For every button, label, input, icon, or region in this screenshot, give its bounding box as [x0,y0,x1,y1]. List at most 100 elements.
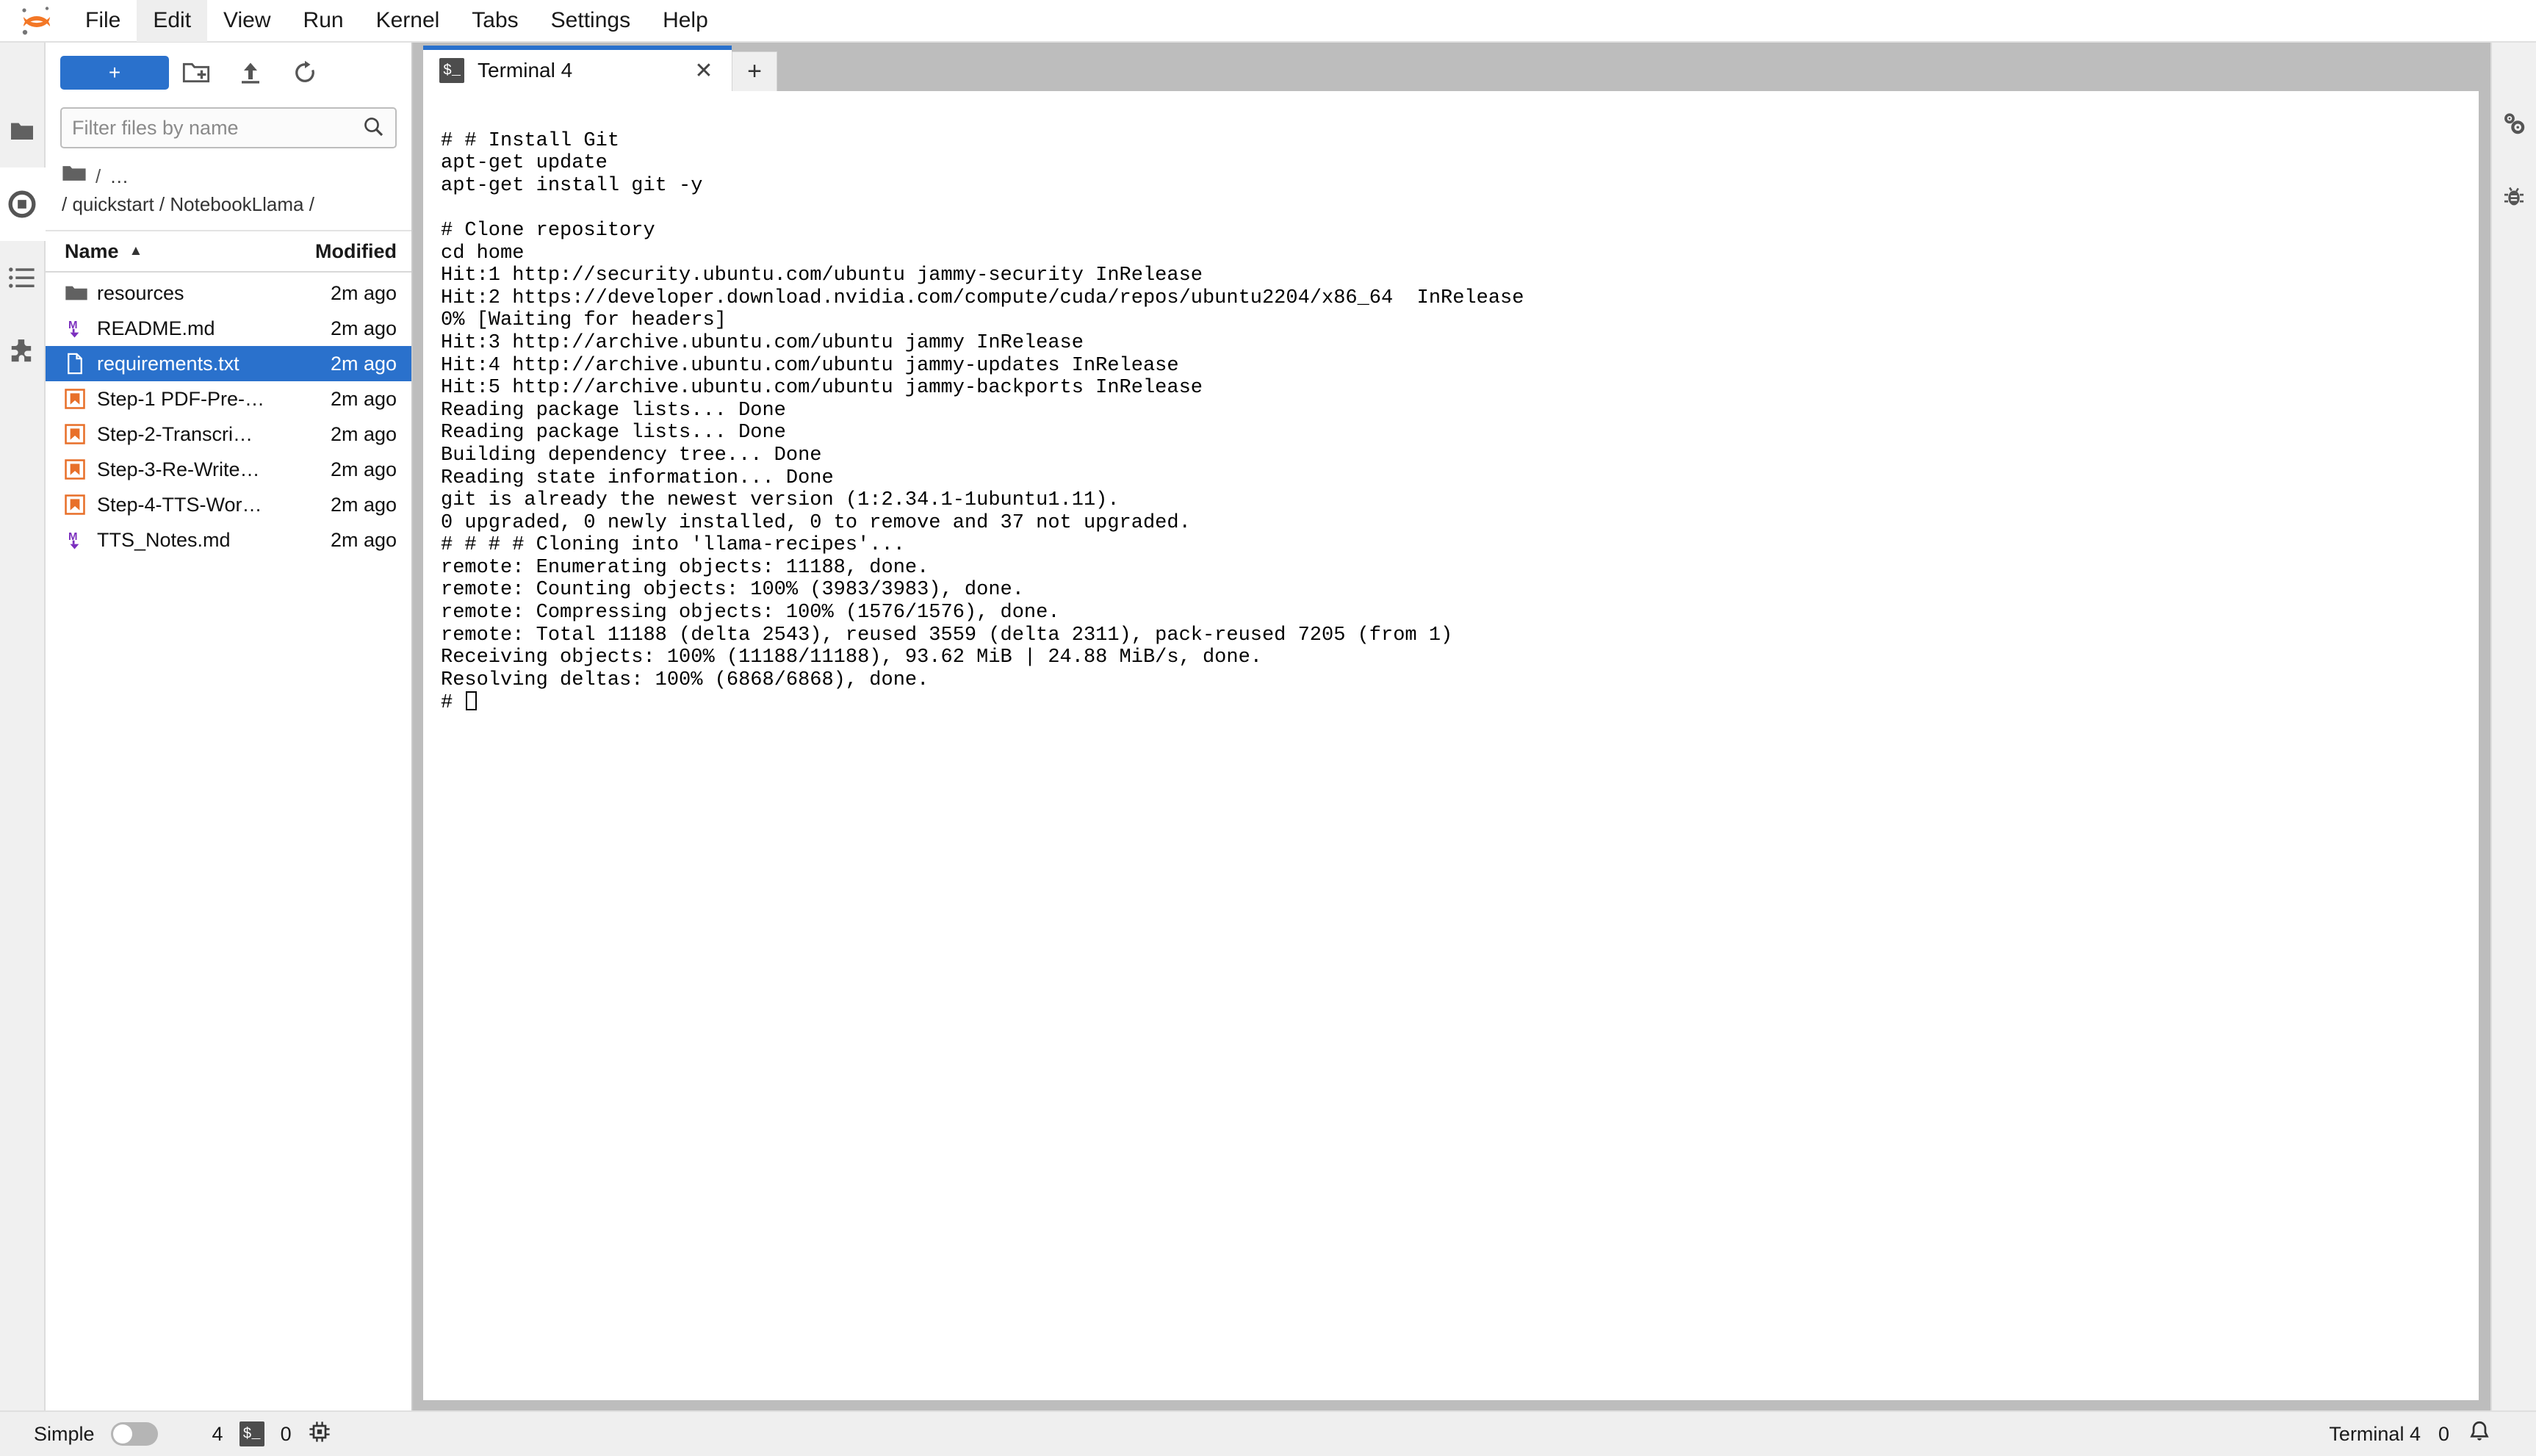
new-folder-button[interactable] [169,52,223,93]
extension-manager-icon[interactable] [0,314,45,388]
breadcrumb-path[interactable]: / quickstart / NotebookLlama / [62,191,395,219]
cpu-icon[interactable] [308,1420,331,1449]
filter-files-box[interactable] [60,107,397,148]
menu-item-edit[interactable]: Edit [137,0,208,42]
sort-ascending-icon[interactable]: ▲ [129,243,143,259]
file-name: Step-2-Transcri… [97,422,253,445]
terminal-line: Hit:3 http://archive.ubuntu.com/ubuntu j… [441,331,1084,354]
breadcrumb: / … / quickstart / NotebookLlama / [46,159,411,221]
running-terminals-icon[interactable] [0,167,46,241]
search-icon[interactable] [361,115,385,142]
file-list-header: Name ▲ Modified [46,230,411,273]
breadcrumb-ellipsis[interactable]: … [109,163,129,191]
file-modified: 2m ago [330,528,397,551]
upload-button[interactable] [223,52,278,93]
file-modified: 2m ago [330,387,397,410]
terminal-line: apt-get update [441,152,608,175]
list-item[interactable]: Step-1 PDF-Pre-… 2m ago [46,381,411,417]
terminal-line: Hit:2 https://developer.download.nvidia.… [441,286,1524,309]
search-input[interactable] [72,116,361,140]
list-item[interactable]: M README.md 2m ago [46,311,411,346]
menu-item-view[interactable]: View [207,0,287,42]
menu-item-settings[interactable]: Settings [535,0,646,42]
terminal-line: 0 upgraded, 0 newly installed, 0 to remo… [441,511,1191,534]
debugger-icon[interactable] [2491,160,2536,234]
file-browser-icon[interactable] [0,94,45,167]
terminal-line: # Clone repository [441,219,655,242]
terminal-line: git is already the newest version (1:2.3… [441,489,1120,512]
menu-item-file[interactable]: File [69,0,137,42]
file-modified: 2m ago [330,493,397,516]
simple-mode-label: Simple [34,1422,95,1445]
file-filter-wrap [46,103,411,159]
terminal-line: cd home [441,242,525,264]
file-modified: 2m ago [330,352,397,375]
breadcrumb-home-folder-icon[interactable] [62,163,87,191]
terminal-cursor [466,691,478,711]
terminal-line: remote: Compressing objects: 100% (1576/… [441,602,1060,624]
terminal-container: # # Install Git apt-get update apt-get i… [413,91,2490,1410]
main-area: + Filter files by name / … / quickstart … [0,43,2536,1410]
list-item[interactable]: Step-4-TTS-Wor… 2m ago [46,487,411,522]
list-item-selected[interactable]: requirements.txt 2m ago [46,346,411,382]
file-name: resources [97,281,184,304]
tab-terminal-4[interactable]: $_ Terminal 4 ✕ [423,46,732,91]
left-sidebar [0,43,46,1410]
terminal-line: Resolving deltas: 100% (6868/6868), done… [441,668,929,691]
text-file-icon [65,353,97,375]
close-icon[interactable]: ✕ [688,54,720,87]
menu-item-tabs[interactable]: Tabs [455,0,534,42]
refresh-button[interactable] [278,52,332,93]
terminal-line: Hit:1 http://security.ubuntu.com/ubuntu … [441,264,1203,287]
file-list: resources 2m ago M README.md 2m ago requ… [46,273,411,1410]
terminal-line: remote: Enumerating objects: 11188, done… [441,556,929,579]
terminal-line: 0% [Waiting for headers] [441,309,727,332]
menu-item-help[interactable]: Help [646,0,724,42]
terminal-line: remote: Total 11188 (delta 2543), reused… [441,624,1453,646]
terminal-line: Building dependency tree... Done [441,444,822,466]
status-bar: Simple 4 $_ 0 Terminal 4 0 [0,1410,2536,1456]
breadcrumb-separator: / [96,165,101,187]
terminal-line: # # Install Git [441,129,620,152]
tab-bar: $_ Terminal 4 ✕ + [413,43,2490,91]
file-browser-toolbar: + [46,43,411,103]
menu-item-run[interactable]: Run [287,0,360,42]
dock-panel: $_ Terminal 4 ✕ + # # Install Git apt-ge… [413,43,2490,1410]
markdown-icon: M [65,529,97,551]
terminal-icon: $_ [439,58,464,83]
terminal-output[interactable]: # # Install Git apt-get update apt-get i… [423,91,2479,1400]
jupyterlab-window: File Edit View Run Kernel Tabs Settings … [0,0,2536,1456]
list-item[interactable]: M TTS_Notes.md 2m ago [46,522,411,558]
new-launcher-button[interactable]: + [60,56,169,90]
terminal-line: Receiving objects: 100% (11188/11188), 9… [441,646,1262,669]
list-item[interactable]: Step-2-Transcri… 2m ago [46,417,411,452]
terminal-line: Hit:4 http://archive.ubuntu.com/ubuntu j… [441,354,1179,377]
terminal-line: # # # # Cloning into 'llama-recipes'... [441,534,905,557]
table-of-contents-icon[interactable] [0,241,45,314]
right-sidebar [2490,43,2536,1410]
property-inspector-icon[interactable] [2491,87,2536,160]
menu-bar: File Edit View Run Kernel Tabs Settings … [0,0,2536,43]
terminal-line: Hit:5 http://archive.ubuntu.com/ubuntu j… [441,377,1203,400]
notebook-icon [65,494,97,516]
terminal-line: Reading package lists... Done [441,422,786,444]
column-header-modified[interactable]: Modified [292,240,401,263]
terminal-line: Reading state information... Done [441,466,834,489]
file-name: Step-3-Re-Write… [97,458,260,480]
kernel-count[interactable]: 4 [212,1423,223,1446]
list-item[interactable]: Step-3-Re-Write… 2m ago [46,452,411,487]
new-tab-button[interactable]: + [732,51,777,91]
terminal-icon[interactable]: $_ [239,1421,264,1446]
notification-count[interactable]: 0 [2438,1423,2449,1446]
file-modified: 2m ago [330,458,397,480]
terminal-prompt: # [441,692,465,715]
active-tab-label: Terminal 4 [2329,1422,2421,1445]
menu-item-kernel[interactable]: Kernel [360,0,456,42]
markdown-icon: M [65,317,97,339]
bell-icon[interactable] [2467,1419,2492,1449]
simple-mode-toggle[interactable] [110,1422,158,1446]
notebook-icon [65,459,97,480]
terminal-count[interactable]: 0 [281,1423,292,1446]
column-header-name[interactable]: Name ▲ [65,240,292,263]
list-item[interactable]: resources 2m ago [46,275,411,311]
